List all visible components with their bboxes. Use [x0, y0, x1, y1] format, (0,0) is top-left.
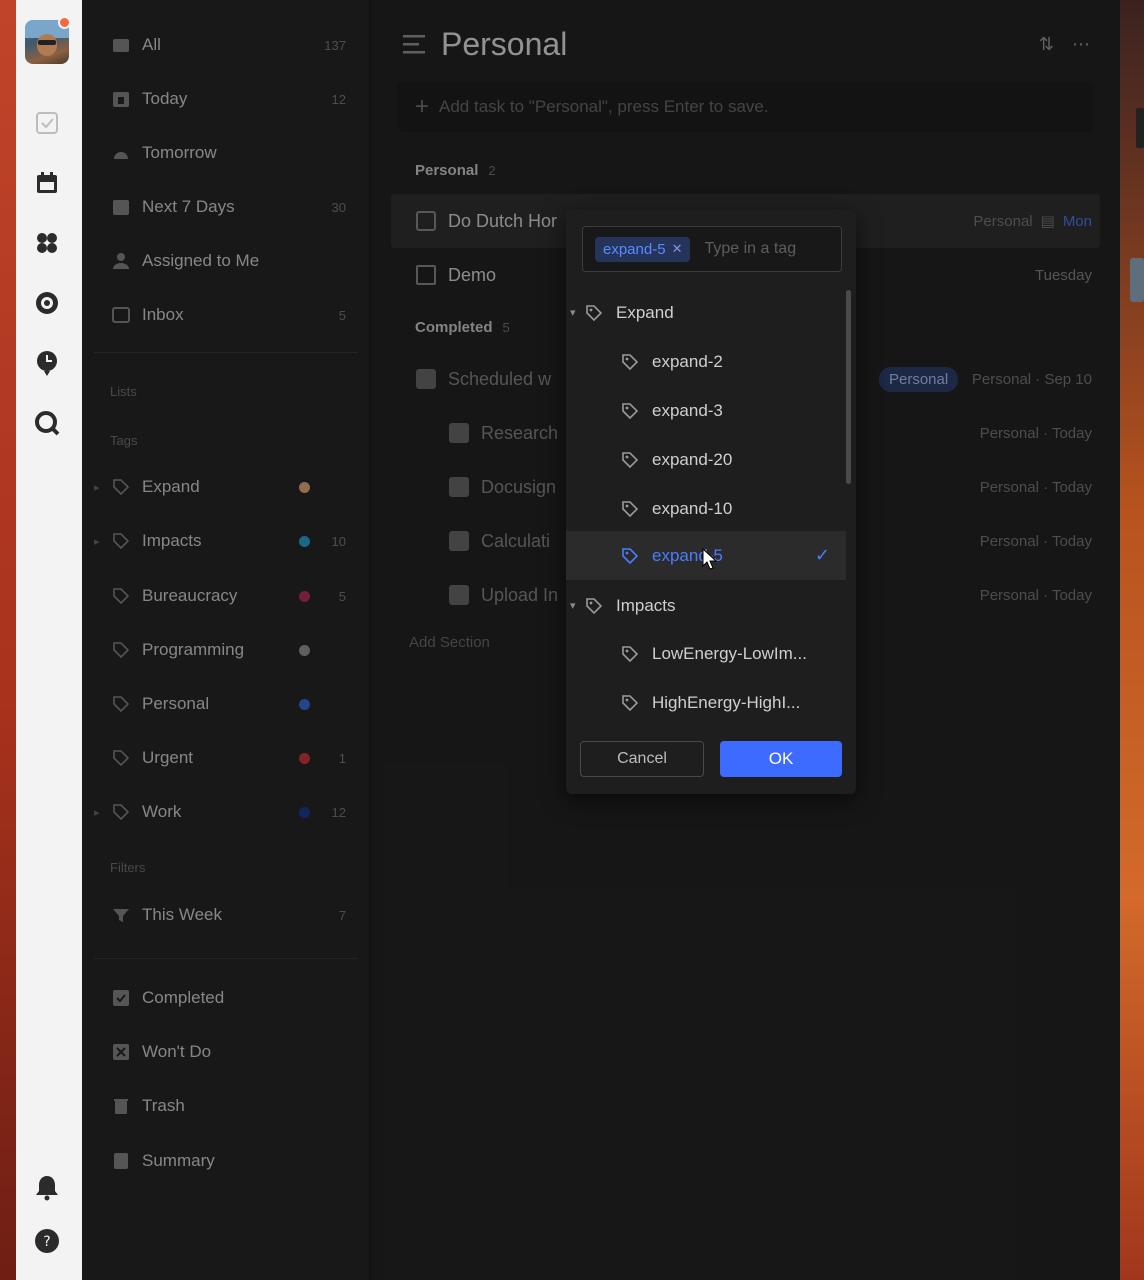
tag-icon	[620, 401, 640, 421]
chevron-down-icon[interactable]: ▾	[570, 599, 576, 612]
popup-scrollbar[interactable]	[846, 290, 851, 484]
calendar-icon[interactable]	[32, 168, 62, 198]
tag-option[interactable]: LowEnergy-LowIm...	[566, 629, 846, 678]
avatar-photo-glasses	[38, 40, 56, 45]
tag-icon	[584, 596, 604, 616]
tag-option-label: HighEnergy-HighI...	[652, 692, 801, 712]
selected-tag-pill[interactable]: expand-5 ✕	[595, 236, 691, 262]
tag-icon	[620, 546, 640, 566]
app-icon-rail: ?	[16, 0, 82, 1280]
desktop-wallpaper-left	[0, 0, 16, 1280]
tasks-checkbox-icon[interactable]	[32, 108, 62, 138]
chevron-down-icon[interactable]: ▾	[570, 306, 576, 319]
selected-tag-label: expand-5	[603, 240, 666, 258]
remove-tag-icon[interactable]: ✕	[672, 241, 683, 257]
tag-icon	[620, 499, 640, 519]
tag-option-label: LowEnergy-LowIm...	[652, 643, 807, 663]
tag-option-label: Expand	[616, 302, 674, 322]
tag-icon	[584, 303, 604, 323]
pomodoro-clock-icon[interactable]	[32, 348, 62, 378]
tag-option[interactable]: expand-2	[566, 337, 846, 386]
search-icon[interactable]	[32, 408, 62, 438]
help-icon[interactable]: ?	[32, 1226, 62, 1256]
tag-icon	[620, 352, 640, 372]
tag-option-label: expand-3	[652, 400, 723, 420]
tag-option-label: Impacts	[616, 595, 676, 615]
tag-icon	[620, 693, 640, 713]
tag-option-label: expand-20	[652, 449, 733, 469]
svg-text:?: ?	[43, 1234, 50, 1250]
tag-option-label: expand-2	[652, 351, 723, 371]
ok-button[interactable]: OK	[720, 741, 842, 777]
tag-option[interactable]: expand-20	[566, 435, 846, 484]
bell-icon[interactable]	[32, 1172, 62, 1202]
tag-option-label: expand-10	[652, 498, 733, 518]
tag-icon	[620, 644, 640, 664]
checkmark-icon: ✓	[814, 545, 830, 565]
habit-target-icon[interactable]	[32, 288, 62, 318]
grid-apps-icon[interactable]	[32, 228, 62, 258]
tag-input-placeholder: Type in a tag	[704, 240, 797, 257]
tag-search-field[interactable]: expand-5 ✕ Type in a tag	[582, 226, 842, 272]
tag-icon	[620, 450, 640, 470]
tag-group-impacts[interactable]: ▾ Impacts	[566, 581, 846, 630]
tag-selector-popup: expand-5 ✕ Type in a tag ▾ Expand expand…	[566, 210, 856, 794]
notification-badge	[58, 16, 71, 29]
avatar-photo-face	[37, 34, 57, 56]
tag-option[interactable]: expand-3	[566, 386, 846, 435]
background-window-edge	[1136, 108, 1144, 148]
tag-option[interactable]: expand-10	[566, 484, 846, 533]
cancel-button[interactable]: Cancel	[580, 741, 704, 777]
desktop-wallpaper-right	[1120, 0, 1144, 1280]
tag-group-expand[interactable]: ▾ Expand	[566, 288, 846, 337]
background-window-edge	[1130, 258, 1144, 302]
tag-option[interactable]: HighEnergy-HighI...	[566, 678, 846, 727]
mouse-cursor-icon	[702, 548, 718, 570]
